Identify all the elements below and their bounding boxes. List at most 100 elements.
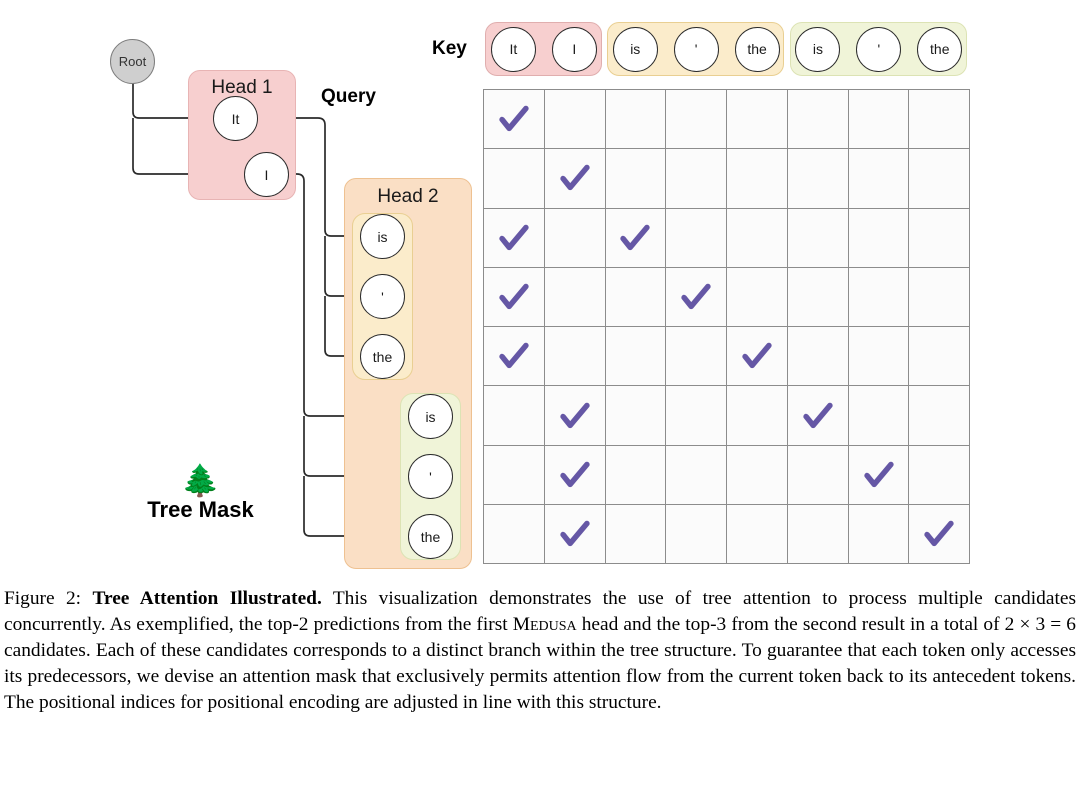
caption-part2: head and the top-3 from the second resul… (576, 614, 1005, 636)
mask-cell-r7-c1[interactable] (484, 445, 545, 505)
mask-cell-r5-c1[interactable] (484, 327, 545, 387)
mask-cell-r3-c4[interactable] (666, 208, 728, 268)
mask-cell-r7-c4[interactable] (666, 445, 728, 505)
head2-group-2-token-0-label: is (425, 408, 436, 425)
mask-cell-r8-c3[interactable] (605, 504, 667, 565)
mask-cell-r2-c1[interactable] (484, 149, 545, 209)
check-icon (681, 283, 711, 310)
key-token-5[interactable]: is (795, 26, 841, 72)
caption-smallcaps-medusa: Medusa (512, 614, 577, 636)
mask-cell-r3-c6[interactable] (787, 208, 849, 268)
mask-cell-r3-c7[interactable] (848, 208, 910, 268)
mask-cell-r2-c5[interactable] (727, 149, 788, 209)
key-label: Key (432, 38, 467, 59)
mask-cell-r6-c8[interactable] (909, 386, 971, 446)
mask-cell-r8-c6[interactable] (787, 504, 849, 565)
check-icon (559, 520, 590, 547)
mask-cell-r5-c7[interactable] (848, 327, 910, 387)
mask-cell-r8-c4[interactable] (666, 504, 728, 565)
mask-cell-r4-c7[interactable] (848, 267, 910, 328)
mask-cell-r2-c7[interactable] (848, 149, 910, 209)
head2-group-1-token-1-label: ' (381, 288, 384, 305)
mask-cell-r6-c5[interactable] (727, 386, 788, 446)
mask-cell-r1-c8[interactable] (909, 90, 971, 150)
mask-cell-r5-c2[interactable] (544, 327, 606, 387)
mask-cell-r4-c2[interactable] (544, 267, 606, 328)
key-token-6[interactable]: ' (856, 26, 902, 72)
head2-group-1-token-2-label: the (372, 348, 393, 365)
mask-cell-r5-c4[interactable] (666, 327, 728, 387)
mask-cell-r6-c1[interactable] (484, 386, 545, 446)
check-icon (499, 283, 529, 310)
mask-cell-r2-c3[interactable] (605, 149, 667, 209)
mask-cell-r3-c5[interactable] (727, 208, 788, 268)
mask-cell-r2-c6[interactable] (787, 149, 849, 209)
evergreen-tree-icon: 🌲 (181, 463, 220, 498)
attention-mask-grid (483, 89, 971, 565)
key-token-3[interactable]: ' (673, 26, 719, 72)
mask-cell-r6-c7[interactable] (848, 386, 910, 446)
mask-cell-r3-c1[interactable] (484, 208, 545, 268)
root-node[interactable]: Root (110, 39, 155, 84)
mask-cell-r7-c7[interactable] (848, 445, 910, 505)
key-token-2[interactable]: is (612, 26, 658, 72)
mask-cell-r6-c3[interactable] (605, 386, 667, 446)
head2-group-1-token-1[interactable]: ' (360, 274, 405, 319)
mask-cell-r1-c5[interactable] (727, 90, 788, 150)
mask-cell-r3-c8[interactable] (909, 208, 971, 268)
head1-token-0[interactable]: It (213, 96, 258, 141)
mask-cell-r2-c4[interactable] (666, 149, 728, 209)
check-icon (499, 224, 529, 250)
head2-group-2-token-0[interactable]: is (408, 394, 453, 439)
caption-part3: candidates. Each of these candidates cor… (4, 640, 1076, 714)
head2-group-2-token-1[interactable]: ' (408, 454, 453, 499)
mask-cell-r1-c2[interactable] (544, 90, 606, 150)
head2-group-2-token-1-label: ' (429, 468, 432, 485)
head2-group-2-token-2-label: the (420, 528, 441, 545)
key-token-3-label: ' (694, 41, 698, 57)
mask-cell-r8-c7[interactable] (848, 504, 910, 565)
mask-cell-r4-c6[interactable] (787, 267, 849, 328)
mask-cell-r2-c2[interactable] (544, 149, 606, 209)
mask-cell-r7-c2[interactable] (544, 445, 606, 505)
mask-cell-r8-c8[interactable] (909, 504, 971, 565)
key-token-7[interactable]: the (917, 26, 963, 72)
mask-cell-r8-c5[interactable] (727, 504, 788, 565)
key-token-4[interactable]: the (734, 26, 780, 72)
head2-group-1-token-2[interactable]: the (360, 334, 405, 379)
mask-cell-r4-c4[interactable] (666, 267, 728, 328)
mask-cell-r5-c6[interactable] (787, 327, 849, 387)
check-icon (620, 224, 651, 250)
mask-cell-r7-c8[interactable] (909, 445, 971, 505)
head2-group-2-token-2[interactable]: the (408, 514, 453, 559)
mask-cell-r7-c3[interactable] (605, 445, 667, 505)
query-label: Query (321, 86, 376, 107)
head1-token-1[interactable]: I (244, 152, 289, 197)
mask-cell-r1-c1[interactable] (484, 90, 545, 150)
mask-cell-r6-c6[interactable] (787, 386, 849, 446)
check-icon (803, 402, 833, 428)
mask-cell-r5-c5[interactable] (727, 327, 788, 387)
head2-group-1-token-0[interactable]: is (360, 214, 405, 259)
key-token-0[interactable]: It (490, 26, 536, 72)
mask-cell-r4-c8[interactable] (909, 267, 971, 328)
mask-cell-r4-c1[interactable] (484, 267, 545, 328)
mask-cell-r4-c5[interactable] (727, 267, 788, 328)
mask-cell-r7-c5[interactable] (727, 445, 788, 505)
mask-cell-r8-c1[interactable] (484, 504, 545, 565)
mask-cell-r5-c8[interactable] (909, 327, 971, 387)
mask-cell-r4-c3[interactable] (605, 267, 667, 328)
mask-cell-r1-c3[interactable] (605, 90, 667, 150)
mask-cell-r6-c2[interactable] (544, 386, 606, 446)
mask-cell-r7-c6[interactable] (787, 445, 849, 505)
mask-cell-r1-c7[interactable] (848, 90, 910, 150)
mask-cell-r1-c4[interactable] (666, 90, 728, 150)
mask-cell-r2-c8[interactable] (909, 149, 971, 209)
mask-cell-r5-c3[interactable] (605, 327, 667, 387)
mask-cell-r6-c4[interactable] (666, 386, 728, 446)
mask-cell-r1-c6[interactable] (787, 90, 849, 150)
mask-cell-r8-c2[interactable] (544, 504, 606, 565)
key-token-1[interactable]: I (551, 26, 597, 72)
mask-cell-r3-c3[interactable] (605, 208, 667, 268)
mask-cell-r3-c2[interactable] (544, 208, 606, 268)
